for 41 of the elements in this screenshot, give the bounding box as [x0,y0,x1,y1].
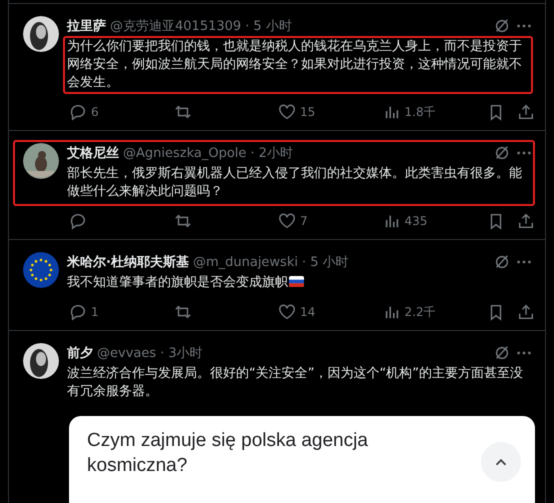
card-question: Czym zajmuje się polska agencja kosmiczna? [87,429,369,478]
post-text: 为什么你们要把我们的钱，也就是纳税人的钱花在乌克兰人身上，而不是投资于网络安全，例如波兰航天局的网络安全？如果对此进行投资，这种情况可能就不会发生。 [63,36,533,94]
post-time[interactable]: · 5 小时 [245,17,292,35]
reply-icon[interactable] [69,212,87,230]
like-count: 14 [300,305,316,319]
view-count: 2.2千 [404,304,436,320]
share-icon[interactable] [517,303,535,321]
view-count: 435 [404,214,428,228]
post-text: 波兰经济合作与发展局。很好的“关注安全”，因为这个“机构”的主要方面甚至没有冗余服务器。 [66,365,524,401]
heart-icon[interactable] [278,103,296,121]
user-name[interactable]: 艾格尼丝 [67,144,119,162]
repost-icon[interactable] [174,303,192,321]
share-icon[interactable] [517,103,535,121]
avatar-icon[interactable] [23,343,59,379]
avatar-icon[interactable] [23,16,59,52]
user-handle[interactable]: @evvaes [97,346,156,360]
user-handle[interactable]: @Agnieszka_Opole [123,146,246,160]
user-name[interactable]: 米哈尔·杜纳耶夫斯基 [67,253,189,271]
share-icon[interactable] [517,212,535,230]
view-count: 1.8千 [404,104,436,120]
post-text: 我不知道肇事者的旗帜是否会变成旗帜 [63,272,533,294]
post-time[interactable]: · 5 小时 [302,253,349,271]
avatar-icon[interactable] [23,252,59,288]
user-name[interactable]: 拉里萨 [67,17,106,35]
reply-icon[interactable] [69,103,87,121]
user-handle[interactable]: @克劳迪亚40151309 [110,17,242,35]
user-name[interactable]: 前夕 [67,344,93,362]
heart-icon[interactable] [278,212,296,230]
avatar-icon[interactable] [23,143,59,179]
user-handle[interactable]: @m_dunajewski [192,254,298,270]
heart-icon[interactable] [278,303,296,321]
repost-icon[interactable] [174,103,192,121]
repost-icon[interactable] [174,212,192,230]
post-time[interactable]: · 3小时 [160,344,203,362]
reply-count: 1 [91,305,99,319]
like-count: 15 [300,105,316,119]
reply-count: 6 [91,105,99,119]
like-count: 7 [300,214,308,228]
post-text: 部长先生，俄罗斯右翼机器人已经入侵了我们的社交媒体。此类害虫有很多。能做些什么来解决此问题吗？ [66,165,523,201]
post-time[interactable]: · 2小时 [250,144,293,162]
reply-icon[interactable] [69,303,87,321]
